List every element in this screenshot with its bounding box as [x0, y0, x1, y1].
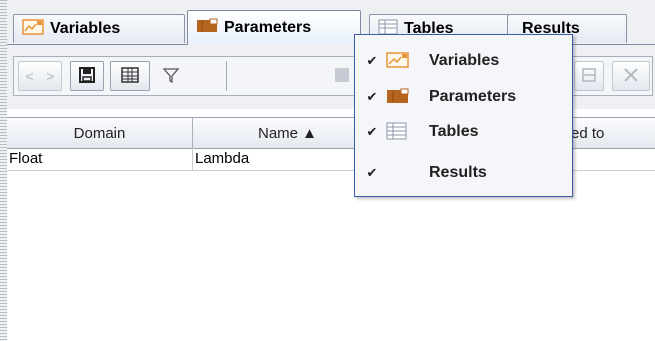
save-icon: [78, 66, 96, 87]
delete-icon: [622, 66, 640, 87]
filter-button[interactable]: [154, 61, 210, 91]
menu-item-label: Results: [429, 164, 487, 181]
menu-item-parameters[interactable]: ✔ Parameters: [355, 79, 572, 115]
menu-item-variables[interactable]: ✔ Variables: [355, 43, 572, 79]
checkbox-checked-icon[interactable]: ✔: [365, 90, 379, 104]
toolbar-divider: [226, 61, 227, 91]
menu-item-results[interactable]: ✔ Results: [355, 155, 572, 191]
menu-item-label: Tables: [429, 123, 479, 140]
remove-row-button[interactable]: [574, 61, 604, 91]
columns-button[interactable]: [110, 61, 150, 91]
parameters-icon: [386, 87, 410, 107]
columns-icon: [121, 66, 139, 86]
variables-icon: [22, 18, 44, 40]
prev-button[interactable]: <: [25, 68, 33, 84]
checkbox-checked-icon[interactable]: ✔: [365, 54, 379, 68]
cell-domain[interactable]: Float: [7, 148, 193, 170]
next-button[interactable]: >: [46, 68, 54, 84]
menu-item-label: Variables: [429, 52, 500, 69]
split-pane-edge[interactable]: [0, 0, 7, 341]
tables-icon: [386, 122, 410, 142]
tab-visibility-menu: ✔ Variables ✔ Parameters ✔ Tables ✔ Resu…: [354, 34, 573, 197]
tab-variables[interactable]: Variables: [13, 14, 185, 43]
save-button[interactable]: [70, 61, 104, 91]
variables-icon: [386, 51, 410, 71]
tab-label: Parameters: [224, 19, 312, 36]
checkbox-checked-icon[interactable]: ✔: [365, 166, 379, 180]
column-header-domain[interactable]: Domain: [7, 118, 193, 148]
menu-item-tables[interactable]: ✔ Tables: [355, 114, 572, 150]
parameters-icon: [196, 18, 218, 39]
delete-button[interactable]: [612, 61, 650, 91]
tab-label: Variables: [50, 20, 121, 37]
nav-buttons: < >: [18, 61, 62, 91]
tab-parameters[interactable]: Parameters: [187, 10, 361, 45]
filter-icon: [162, 66, 180, 87]
remove-row-icon: [580, 66, 598, 87]
checkbox-checked-icon[interactable]: ✔: [365, 125, 379, 139]
menu-item-label: Parameters: [429, 88, 517, 105]
grid-icon: [334, 67, 350, 86]
grid-button[interactable]: [328, 61, 356, 91]
